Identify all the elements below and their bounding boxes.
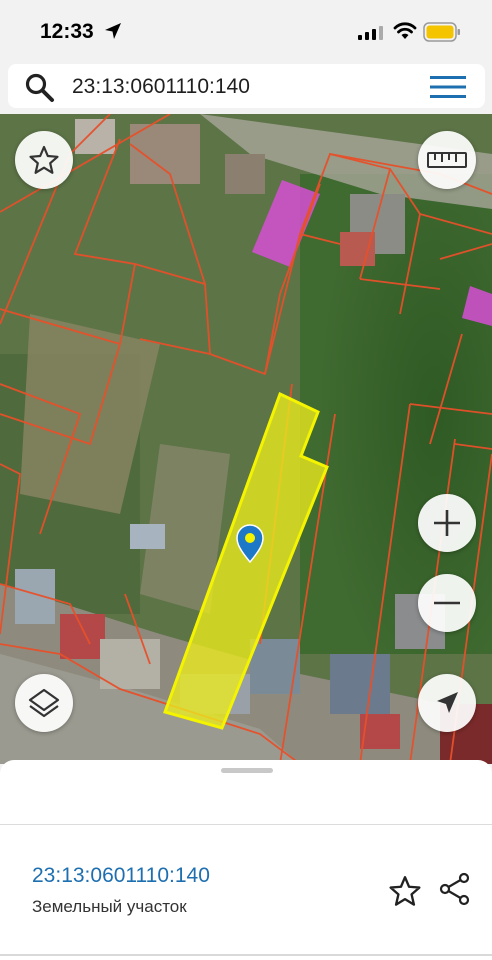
clock: 12:33 xyxy=(40,20,94,43)
parcel-bottom-sheet[interactable]: 23:13:0601110:140 Земельный участок xyxy=(0,760,492,960)
favorite-button[interactable] xyxy=(15,131,73,189)
zoom-out-button[interactable] xyxy=(418,574,476,632)
satellite-map[interactable]: ЦИАН xyxy=(0,114,492,764)
sheet-drag-handle[interactable] xyxy=(221,768,273,773)
ruler-icon xyxy=(427,152,467,168)
navigation-arrow-icon xyxy=(437,692,458,713)
location-arrow-icon xyxy=(105,23,121,39)
search-bar[interactable]: 23:13:0601110:140 xyxy=(8,64,485,108)
search-input[interactable]: 23:13:0601110:140 xyxy=(72,75,250,99)
cellular-signal-icon xyxy=(358,26,383,40)
minus-icon xyxy=(434,601,460,605)
wifi-icon xyxy=(393,22,417,39)
status-bar: 12:33 xyxy=(0,0,492,62)
layers-icon xyxy=(28,688,60,718)
star-icon[interactable] xyxy=(388,874,422,908)
plus-icon xyxy=(434,510,460,536)
ruler-button[interactable] xyxy=(418,131,476,189)
menu-icon[interactable] xyxy=(430,76,466,98)
battery-icon xyxy=(423,22,460,42)
star-icon xyxy=(29,145,59,174)
share-icon[interactable] xyxy=(438,872,472,906)
bottom-edge xyxy=(0,954,492,956)
map-canvas[interactable]: ЦИАН xyxy=(0,114,492,764)
search-icon[interactable] xyxy=(24,72,56,104)
parcel-cadastral-number[interactable]: 23:13:0601110:140 xyxy=(32,864,210,888)
divider xyxy=(0,824,492,825)
parcel-type-label: Земельный участок xyxy=(32,897,187,916)
layers-button[interactable] xyxy=(15,674,73,732)
zoom-in-button[interactable] xyxy=(418,494,476,552)
my-location-button[interactable] xyxy=(418,674,476,732)
